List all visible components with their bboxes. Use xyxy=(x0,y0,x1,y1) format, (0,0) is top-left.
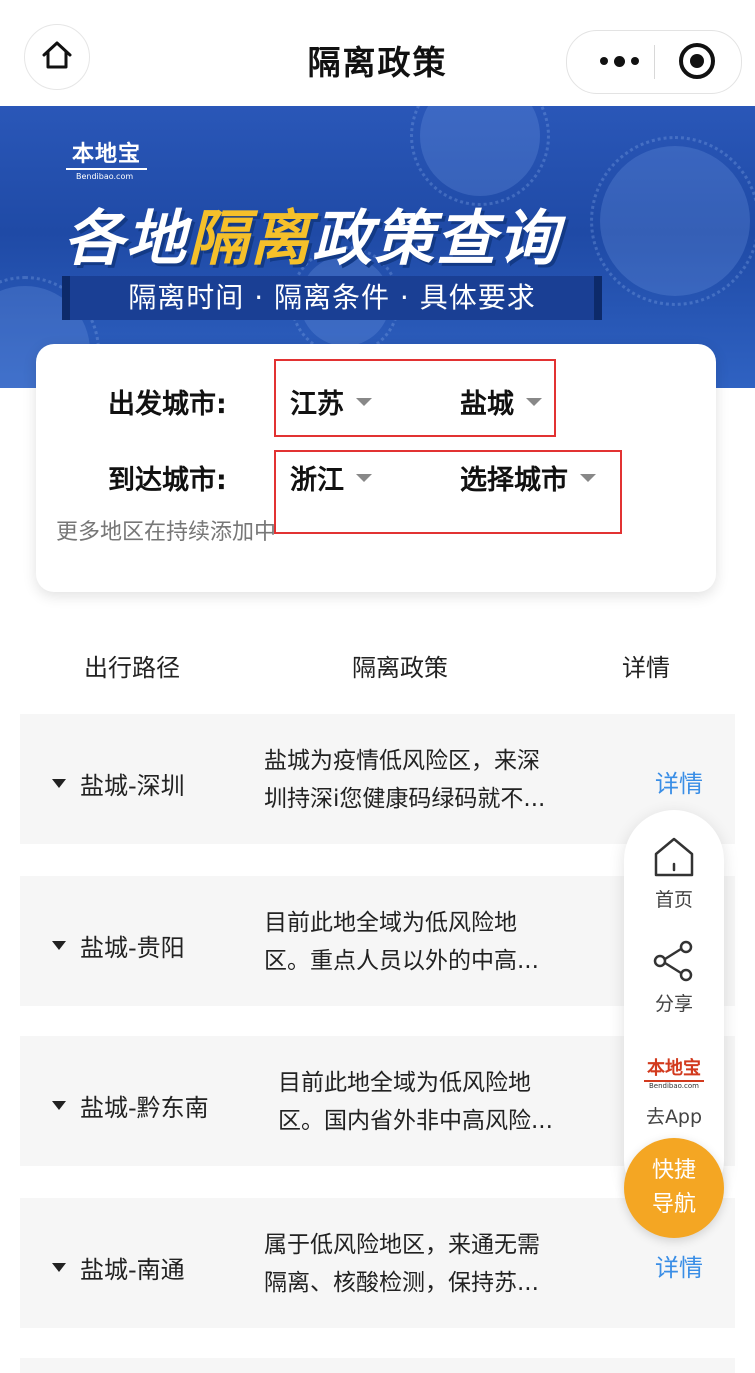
share-icon xyxy=(624,938,724,989)
table-row[interactable]: 盐城-深圳 盐城为疫情低风险区，来深 圳持深i您健康码绿码就不... 详情 xyxy=(20,714,735,844)
route-toggle[interactable]: 盐城-南通 xyxy=(52,1250,185,1285)
arrival-label: 到达城市: xyxy=(108,465,227,496)
app-logo[interactable]: 本地宝 Bendibao.com xyxy=(638,1054,710,1090)
departure-label: 出发城市: xyxy=(108,389,227,420)
dot-icon xyxy=(613,55,625,67)
more-regions-hint: 更多地区在持续添加中 xyxy=(56,520,277,545)
detail-link[interactable]: 详情 xyxy=(655,764,703,799)
detail-link[interactable]: 详情 xyxy=(655,1248,703,1283)
banner-title-highlight: 隔离 xyxy=(188,204,312,274)
virus-decoration xyxy=(410,106,550,206)
banner-title-part1: 各地 xyxy=(64,204,188,274)
dot-icon xyxy=(630,57,639,65)
caret-down-icon xyxy=(52,1263,66,1272)
float-share-button[interactable]: 分享 xyxy=(624,938,724,1016)
capsule-divider xyxy=(654,45,655,79)
policy-summary: 盐城为疫情低风险区，来深 圳持深i您健康码绿码就不... xyxy=(264,748,546,812)
home-icon xyxy=(624,834,724,885)
bendibao-logo: 本地宝 Bendibao.com xyxy=(66,136,166,181)
mini-program-capsule xyxy=(566,30,742,94)
highlight-box xyxy=(274,359,556,437)
policy-summary: 目前此地全域为低风险地 区。重点人员以外的中高... xyxy=(264,910,539,974)
dot-icon xyxy=(599,57,608,65)
caret-down-icon xyxy=(52,1101,66,1110)
header-policy: 隔离政策 xyxy=(352,654,448,682)
banner-title-part2: 政策查询 xyxy=(312,204,560,274)
policy-summary: 属于低风险地区，来通无需 隔离、核酸检测，保持苏... xyxy=(264,1232,540,1296)
close-program-button[interactable] xyxy=(679,43,715,79)
banner-title: 各地隔离政策查询 xyxy=(64,190,560,277)
go-app-label[interactable]: 去App xyxy=(624,1102,724,1129)
caret-down-icon xyxy=(52,779,66,788)
policy-summary: 目前此地全域为低风险地 区。国内省外非中高风险... xyxy=(278,1070,553,1134)
highlight-box xyxy=(274,450,622,534)
quick-nav-button[interactable]: 快捷 导航 xyxy=(624,1138,724,1238)
route-toggle[interactable]: 盐城-深圳 xyxy=(52,766,185,801)
top-nav-bar: 隔离政策 xyxy=(0,0,755,106)
route-toggle[interactable]: 盐城-黔东南 xyxy=(52,1088,209,1123)
banner-subtitle: 隔离时间 · 隔离条件 · 具体要求 xyxy=(62,276,602,320)
table-row xyxy=(20,1358,735,1373)
city-filter-card: 出发城市: 江苏 盐城 到达城市: 浙江 选择城市 更多地区在持续添加中 xyxy=(36,344,716,592)
header-route: 出行路径 xyxy=(84,654,180,682)
virus-decoration xyxy=(590,136,755,306)
header-detail: 详情 xyxy=(622,654,670,682)
more-menu-button[interactable] xyxy=(589,41,649,81)
float-home-button[interactable]: 首页 xyxy=(624,834,724,912)
table-row[interactable]: 盐城-南通 属于低风险地区，来通无需 隔离、核酸检测，保持苏... 详情 xyxy=(20,1198,735,1328)
route-toggle[interactable]: 盐城-贵阳 xyxy=(52,928,185,963)
caret-down-icon xyxy=(52,941,66,950)
